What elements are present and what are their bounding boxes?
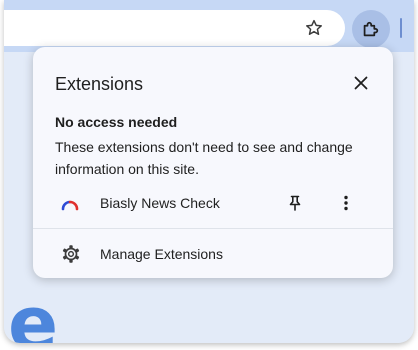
address-bar[interactable]	[4, 10, 345, 46]
pin-icon	[289, 195, 301, 211]
extensions-popup: Extensions No access needed These extens…	[33, 47, 393, 278]
star-outline-icon	[306, 19, 322, 35]
extensions-button[interactable]	[352, 10, 390, 48]
close-icon	[354, 76, 368, 90]
extension-item[interactable]: Biasly News Check	[33, 187, 393, 219]
browser-toolbar	[4, 0, 414, 52]
toolbar-separator	[400, 18, 402, 38]
gear-icon	[62, 245, 80, 263]
section-description: These extensions don't need to see and c…	[55, 139, 353, 177]
rainbow-arc-icon	[61, 200, 79, 211]
section-heading: No access needed	[55, 114, 178, 130]
pin-button[interactable]	[283, 191, 307, 215]
browser-window: e Extensions No access needed These exte…	[4, 0, 414, 343]
page-letter: e	[8, 281, 59, 343]
bookmark-star-button[interactable]	[302, 16, 326, 40]
divider	[33, 228, 393, 229]
extension-name: Biasly News Check	[100, 195, 220, 211]
close-button[interactable]	[349, 71, 373, 95]
puzzle-piece-icon	[363, 21, 379, 37]
more-vert-icon	[344, 195, 348, 211]
more-options-button[interactable]	[334, 191, 358, 215]
manage-extensions-label: Manage Extensions	[100, 246, 223, 262]
popup-title: Extensions	[55, 74, 144, 94]
manage-extensions-button[interactable]: Manage Extensions	[33, 239, 393, 269]
